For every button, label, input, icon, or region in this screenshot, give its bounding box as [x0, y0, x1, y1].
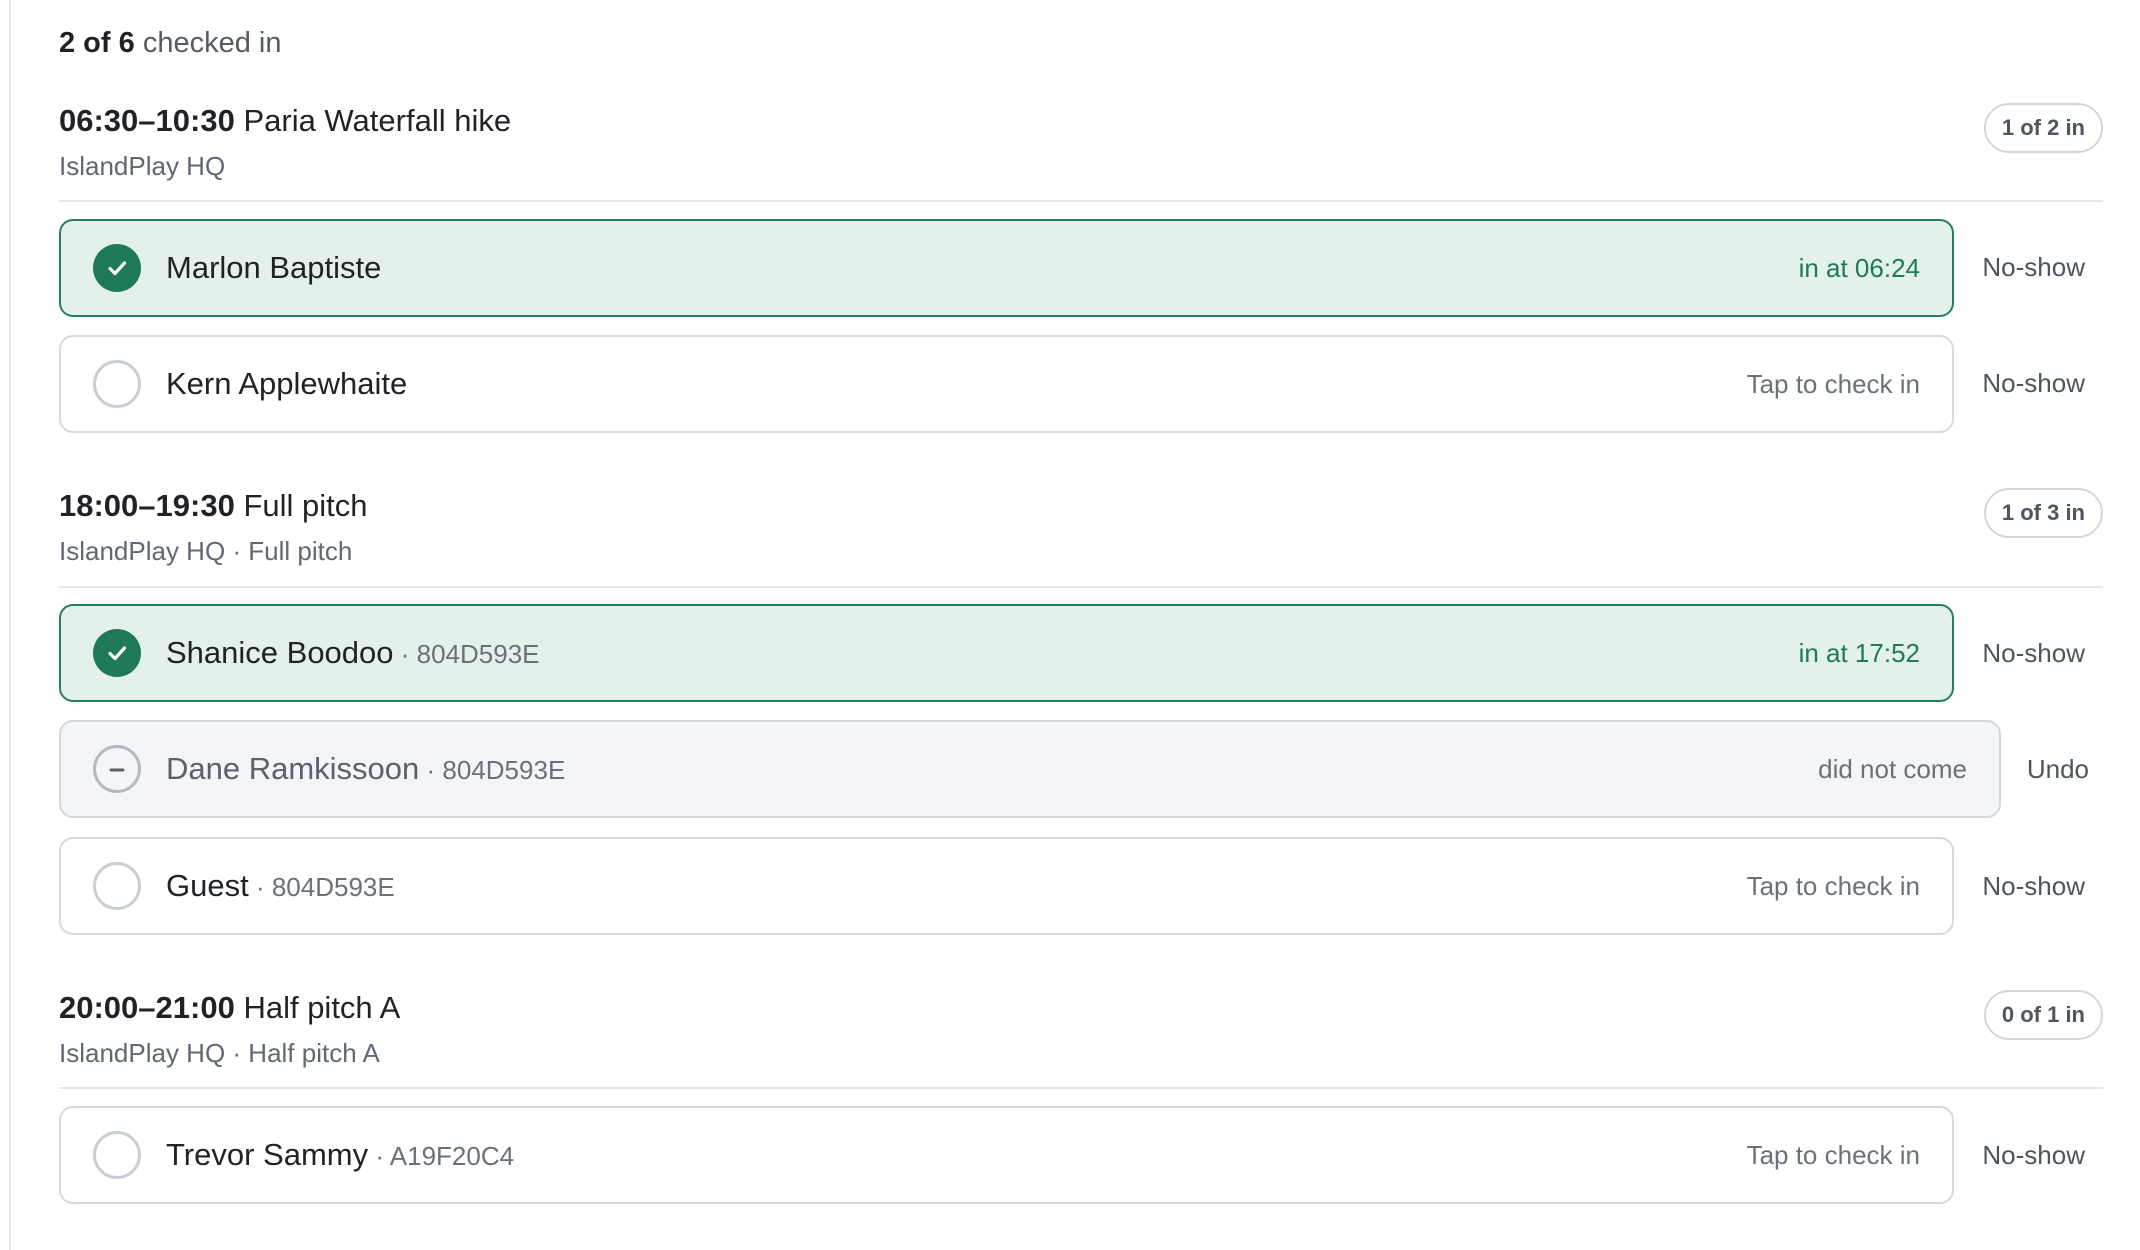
- check-circle-icon: [93, 244, 141, 292]
- attendee-name: Dane Ramkissoon · 804D593E: [166, 751, 565, 787]
- empty-circle-icon: [93, 862, 141, 910]
- session-count-badge: 0 of 1 in: [1983, 990, 2103, 1040]
- attendee-name-text: Kern Applewhaite: [166, 366, 408, 401]
- minus-circle-icon: [93, 745, 141, 793]
- session-time: 20:00–21:00: [59, 990, 235, 1025]
- no-show-button[interactable]: No-show: [1982, 638, 2085, 669]
- attendee-name-text: Guest: [166, 868, 249, 903]
- attendee-row[interactable]: Guest · 804D593E Tap to check in: [59, 837, 1954, 935]
- session-divider: [59, 200, 2103, 202]
- session-title: 20:00–21:00 Half pitch A: [59, 990, 400, 1026]
- checkin-summary: 2 of 6 checked in: [59, 27, 281, 60]
- attendee-name-text: Marlon Baptiste: [166, 250, 382, 285]
- session-name: Full pitch: [243, 488, 368, 523]
- session-count-badge: 1 of 2 in: [1983, 103, 2103, 153]
- attendee-name: Kern Applewhaite: [166, 366, 407, 402]
- checkin-status: Tap to check in: [1746, 1139, 1920, 1170]
- attendee-name-text: Dane Ramkissoon: [166, 751, 420, 786]
- session-location: IslandPlay HQ · Full pitch: [59, 536, 353, 566]
- session-name: Half pitch A: [243, 990, 401, 1025]
- attendee-name: Guest · 804D593E: [166, 868, 395, 904]
- check-circle-icon: [93, 629, 141, 677]
- summary-count: 2 of 6: [59, 27, 135, 59]
- session-location: IslandPlay HQ: [59, 151, 226, 181]
- session-divider: [59, 586, 2103, 588]
- summary-suffix: checked in: [142, 27, 282, 59]
- attendee-name-text: Shanice Boodoo: [166, 635, 394, 670]
- session-time: 18:00–19:30: [59, 488, 235, 523]
- checkin-status: in at 17:52: [1798, 637, 1920, 668]
- attendee-code: · 804D593E: [393, 639, 540, 669]
- session-time: 06:30–10:30: [59, 103, 235, 138]
- session-name: Paria Waterfall hike: [243, 103, 512, 138]
- undo-button[interactable]: Undo: [2027, 754, 2089, 785]
- attendee-row[interactable]: Shanice Boodoo · 804D593E in at 17:52: [59, 604, 1954, 702]
- session-location: IslandPlay HQ · Half pitch A: [59, 1038, 380, 1068]
- session-title: 06:30–10:30 Paria Waterfall hike: [59, 103, 511, 139]
- checkin-status: did not come: [1818, 753, 1967, 784]
- attendee-row[interactable]: Trevor Sammy · A19F20C4 Tap to check in: [59, 1106, 1954, 1204]
- session-title: 18:00–19:30 Full pitch: [59, 488, 368, 524]
- empty-circle-icon: [93, 1131, 141, 1179]
- no-show-button[interactable]: No-show: [1982, 252, 2085, 283]
- attendee-code: · 804D593E: [248, 872, 395, 902]
- checkin-status: Tap to check in: [1746, 368, 1920, 399]
- no-show-button[interactable]: No-show: [1982, 1140, 2085, 1171]
- attendee-row[interactable]: Marlon Baptiste in at 06:24: [59, 219, 1954, 317]
- session-divider: [59, 1087, 2103, 1089]
- left-divider: [9, 0, 11, 1250]
- attendee-name-text: Trevor Sammy: [166, 1137, 369, 1172]
- checkin-status: in at 06:24: [1798, 252, 1920, 283]
- attendee-code: · 804D593E: [419, 755, 566, 785]
- attendee-name: Shanice Boodoo · 804D593E: [166, 635, 540, 671]
- empty-circle-icon: [93, 360, 141, 408]
- attendee-name: Marlon Baptiste: [166, 250, 381, 286]
- attendee-name: Trevor Sammy · A19F20C4: [166, 1137, 514, 1173]
- no-show-button[interactable]: No-show: [1982, 368, 2085, 399]
- checkin-status: Tap to check in: [1746, 870, 1920, 901]
- session-count-badge: 1 of 3 in: [1983, 488, 2103, 538]
- attendee-row[interactable]: Kern Applewhaite Tap to check in: [59, 335, 1954, 433]
- no-show-button[interactable]: No-show: [1982, 871, 2085, 902]
- attendee-row[interactable]: Dane Ramkissoon · 804D593E did not come: [59, 720, 2001, 818]
- attendee-code: · A19F20C4: [368, 1141, 515, 1171]
